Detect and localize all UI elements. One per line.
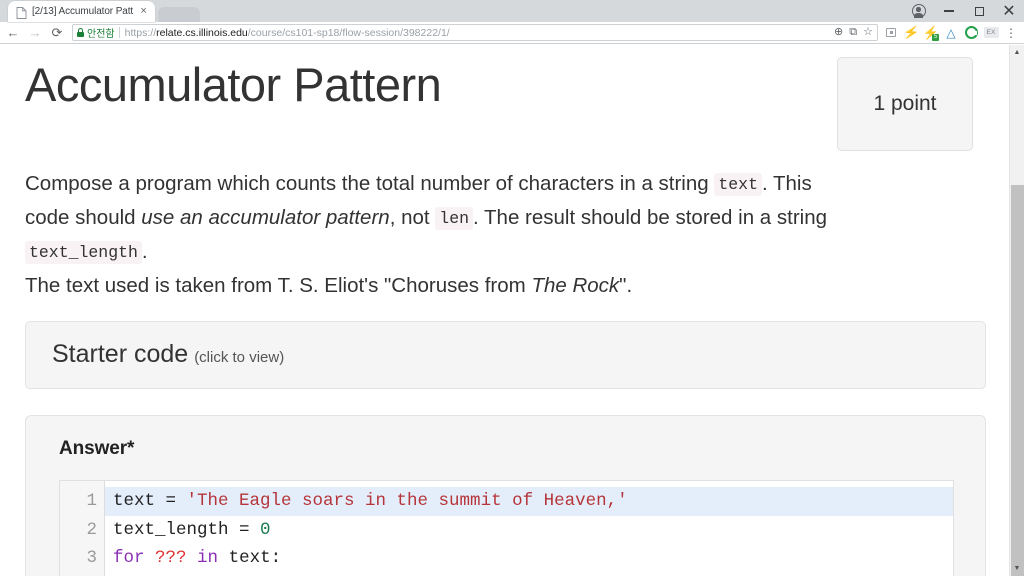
save-page-icon[interactable]: ⧉ <box>849 27 857 38</box>
window-close-icon[interactable]: ✕ <box>994 0 1024 22</box>
new-tab-button[interactable] <box>158 7 201 22</box>
tab-title: [2/13] Accumulator Patt <box>32 6 134 17</box>
code-span-text: text <box>714 173 762 196</box>
extension-ex-icon[interactable]: EX <box>982 24 1000 42</box>
extension-chevrons-icon[interactable]: △ <box>942 24 960 42</box>
url-scheme: https:// <box>124 26 157 39</box>
browser-window: [2/13] Accumulator Patt × ✕ ← → ⟳ 안전함 ht… <box>0 0 1024 576</box>
description-source-2: ". <box>619 274 633 297</box>
description-source-title: The Rock <box>531 274 620 297</box>
extension-grammarly-icon[interactable] <box>962 24 980 42</box>
code-line[interactable]: text_length = ??? <box>105 573 953 576</box>
maximize-icon[interactable] <box>964 0 994 22</box>
code-span-text-length: text_length <box>25 241 142 264</box>
browser-toolbar: ← → ⟳ 안전함 https://relate.cs.illinois.edu… <box>0 22 1024 44</box>
forward-button[interactable]: → <box>24 22 46 44</box>
answer-card: Answer* 1 2 3 4 text = 'The Eagle soars in … <box>25 415 986 576</box>
omnibox-divider <box>118 27 120 38</box>
url-path: /course/cs101-sp18/flow-session/398222/1… <box>247 26 450 39</box>
description-part-3: , not <box>389 206 436 229</box>
question-description: Compose a program which counts the total… <box>25 167 855 302</box>
tab-strip: [2/13] Accumulator Patt × ✕ <box>0 0 1024 22</box>
extension-toolbar: ⚡ ⚡ 5 △ EX ⋮ <box>882 24 1022 42</box>
line-number: 2 <box>86 519 97 540</box>
scrollbar-thumb[interactable] <box>1011 185 1024 576</box>
description-emphasis: use an accumulator pattern <box>141 206 390 229</box>
scroll-up-arrow[interactable]: ▲ <box>1010 45 1024 60</box>
lock-icon <box>77 28 84 37</box>
back-button[interactable]: ← <box>2 22 24 44</box>
code-token-kw: for <box>113 548 156 568</box>
window-controls: ✕ <box>904 0 1024 22</box>
secure-label: 안전함 <box>87 29 115 40</box>
points-badge: 1 point <box>837 57 973 151</box>
code-token-kw: in <box>197 548 219 568</box>
code-token-plain: text = <box>113 491 187 511</box>
zoom-icon[interactable]: ⊕ <box>834 27 843 38</box>
extension-lightning-badge-icon[interactable]: ⚡ 5 <box>922 24 940 42</box>
browser-menu-icon[interactable]: ⋮ <box>1002 24 1020 42</box>
browser-tab[interactable]: [2/13] Accumulator Patt × <box>8 1 156 22</box>
description-source-1: The text used is taken from T. S. Eliot'… <box>25 274 532 297</box>
page-title: Accumulator Pattern <box>25 58 442 111</box>
code-token-plain: text_length = <box>113 519 261 540</box>
code-area[interactable]: text = 'The Eagle soars in the summit of… <box>105 481 953 576</box>
code-line[interactable]: for ??? in text: <box>105 544 953 573</box>
extension-lightning-icon[interactable]: ⚡ <box>902 24 920 42</box>
code-token-str: 'The Eagle soars in the summit of Heaven… <box>186 491 628 511</box>
description-part-1: Compose a program which counts the total… <box>25 172 709 195</box>
starter-code-hint: (click to view) <box>194 349 285 366</box>
page-scrollbar[interactable]: ▲ ▼ <box>1009 45 1024 576</box>
description-part-4: . The result should be stored in a strin… <box>473 206 828 229</box>
code-line[interactable]: text_length = 0 <box>105 516 953 545</box>
bookmark-star-icon[interactable]: ☆ <box>863 27 873 38</box>
answer-label: Answer* <box>59 438 135 459</box>
code-token-blank: ??? <box>155 548 187 568</box>
close-icon[interactable]: × <box>138 6 149 17</box>
line-number-gutter: 1 2 3 4 <box>60 481 105 576</box>
code-span-len: len <box>435 207 474 230</box>
page-header: Accumulator Pattern 1 point <box>25 45 984 151</box>
omnibox-actions: ⊕ ⧉ ☆ <box>828 27 873 38</box>
url-text: https://relate.cs.illinois.edu/course/cs… <box>125 27 828 39</box>
reload-button[interactable]: ⟳ <box>46 22 68 44</box>
code-token-plain: text: <box>218 548 282 568</box>
scroll-down-arrow[interactable]: ▼ <box>1010 561 1024 576</box>
code-line[interactable]: text = 'The Eagle soars in the summit of… <box>105 487 953 516</box>
description-part-5: . <box>141 240 148 263</box>
page-viewport: Accumulator Pattern 1 point Compose a pr… <box>0 45 1024 576</box>
code-token-num: 0 <box>260 519 271 540</box>
minimize-icon[interactable] <box>934 0 964 22</box>
address-bar[interactable]: 안전함 https://relate.cs.illinois.edu/cours… <box>72 24 878 41</box>
extension-badge-count: 5 <box>932 33 939 41</box>
page-content: Accumulator Pattern 1 point Compose a pr… <box>0 45 1009 576</box>
page-icon <box>16 6 27 19</box>
line-number: 3 <box>86 548 97 568</box>
profile-avatar-icon[interactable] <box>904 0 934 22</box>
starter-code-panel[interactable]: Starter code (click to view) <box>25 321 986 389</box>
code-editor[interactable]: 1 2 3 4 text = 'The Eagle soars in the summ… <box>59 480 954 576</box>
extension-window-icon[interactable] <box>882 24 900 42</box>
starter-code-title: Starter code <box>52 340 189 368</box>
line-number: 4 <box>60 573 97 576</box>
url-host: relate.cs.illinois.edu <box>156 26 248 39</box>
line-number: 1 <box>86 491 97 511</box>
extension-ex-label: EX <box>983 27 999 38</box>
